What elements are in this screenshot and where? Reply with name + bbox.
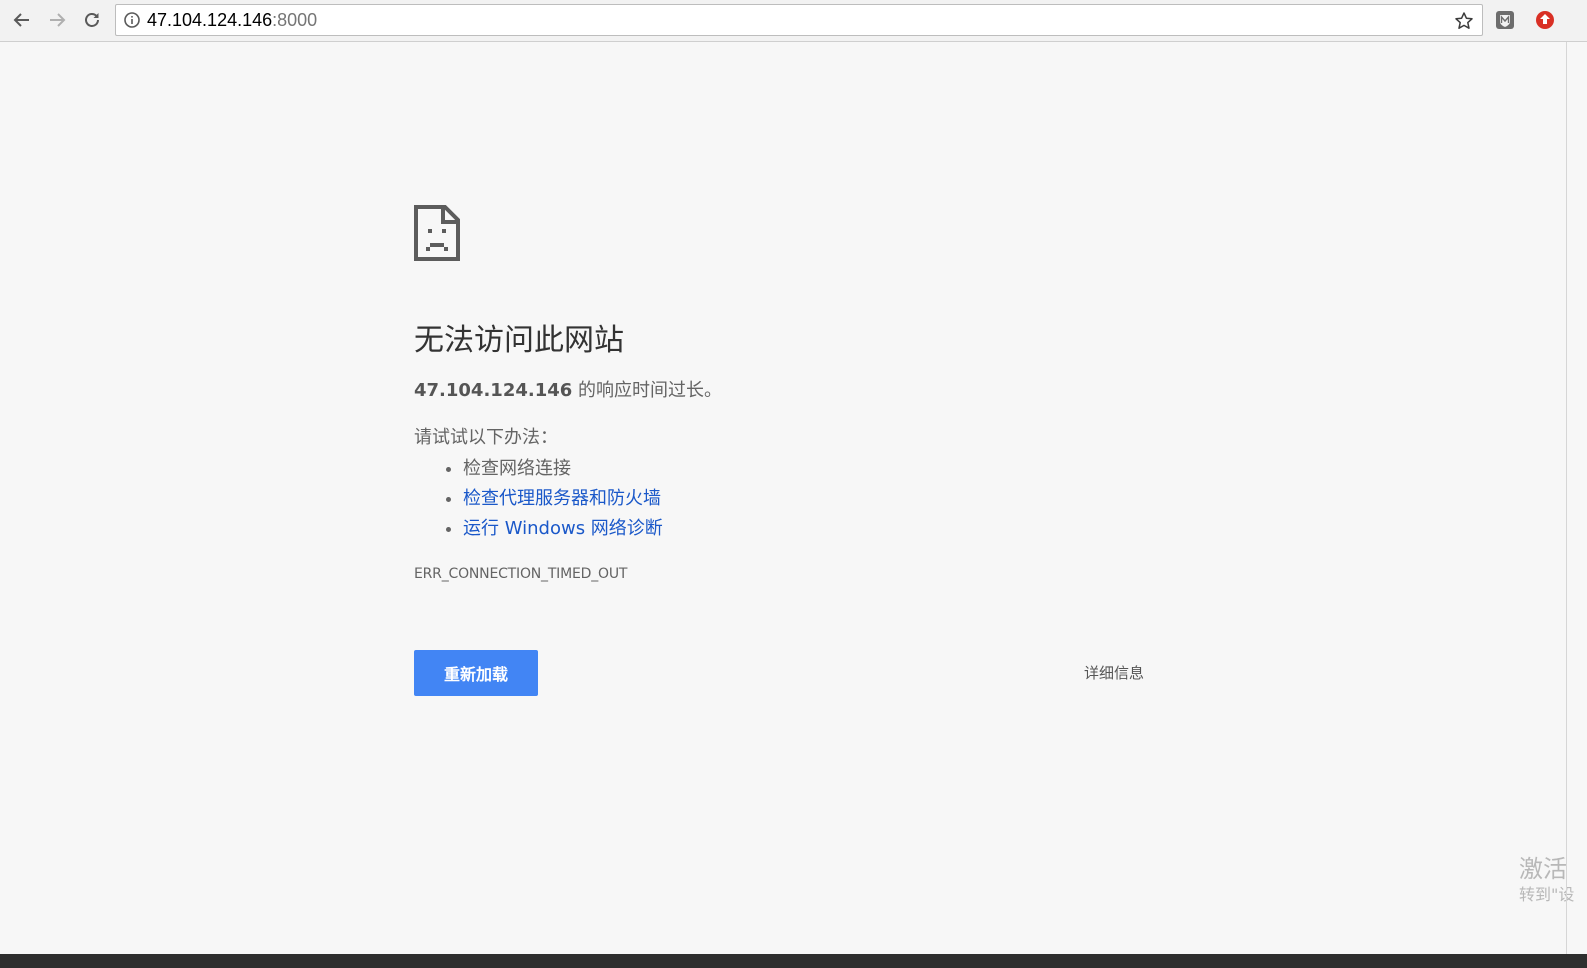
suggestion-check-proxy: 检查代理服务器和防火墙	[463, 484, 1174, 514]
run-diagnostics-link[interactable]: 运行 Windows 网络诊断	[463, 518, 663, 539]
reload-button[interactable]	[78, 6, 106, 34]
url-port: :8000	[272, 9, 318, 30]
error-content: 无法访问此网站 47.104.124.146 的响应时间过长。 请试试以下办法：…	[414, 205, 1174, 697]
address-bar[interactable]: 47.104.124.146:8000	[115, 4, 1483, 36]
suggestion-run-diagnostics: 运行 Windows 网络诊断	[463, 514, 1174, 544]
info-circle-icon[interactable]	[121, 9, 143, 31]
windows-activation-watermark: 激活 转到"设	[1519, 854, 1587, 906]
suggestion-text: 检查网络连接	[463, 458, 571, 480]
reload-icon	[85, 13, 99, 27]
check-proxy-link[interactable]: 检查代理服务器和防火墙	[463, 488, 661, 509]
error-host: 47.104.124.146	[414, 380, 573, 402]
error-description-text: 的响应时间过长。	[572, 380, 723, 402]
taskbar-strip	[0, 954, 1587, 968]
window-right-border	[1566, 42, 1567, 956]
m-shield-extension-icon[interactable]	[1493, 8, 1517, 32]
back-button[interactable]	[8, 6, 36, 34]
error-code: ERR_CONNECTION_TIMED_OUT	[414, 566, 628, 583]
watermark-line1: 激活	[1519, 855, 1567, 883]
reload-page-button[interactable]: 重新加载	[414, 650, 538, 697]
browser-toolbar: 47.104.124.146:8000	[0, 0, 1587, 42]
arrow-left-icon	[13, 13, 29, 27]
button-row: 重新加载 详细信息	[414, 650, 1174, 697]
suggestion-check-connection: 检查网络连接	[463, 454, 1174, 484]
arrow-right-icon	[50, 13, 66, 27]
url-host: 47.104.124.146	[147, 9, 273, 30]
star-outline-icon[interactable]	[1452, 9, 1476, 33]
watermark-line2: 转到"设	[1519, 885, 1575, 904]
error-title: 无法访问此网站	[414, 323, 624, 358]
try-label: 请试试以下办法：	[414, 427, 558, 449]
sad-page-icon	[414, 205, 460, 261]
url-text: 47.104.124.146:8000	[147, 10, 317, 31]
forward-button[interactable]	[43, 6, 71, 34]
error-description: 47.104.124.146 的响应时间过长。	[414, 379, 1174, 403]
details-button[interactable]: 详细信息	[1080, 660, 1148, 685]
red-circle-extension-icon[interactable]	[1533, 8, 1557, 32]
suggestion-list: 检查网络连接 检查代理服务器和防火墙 运行 Windows 网络诊断	[414, 454, 1174, 544]
